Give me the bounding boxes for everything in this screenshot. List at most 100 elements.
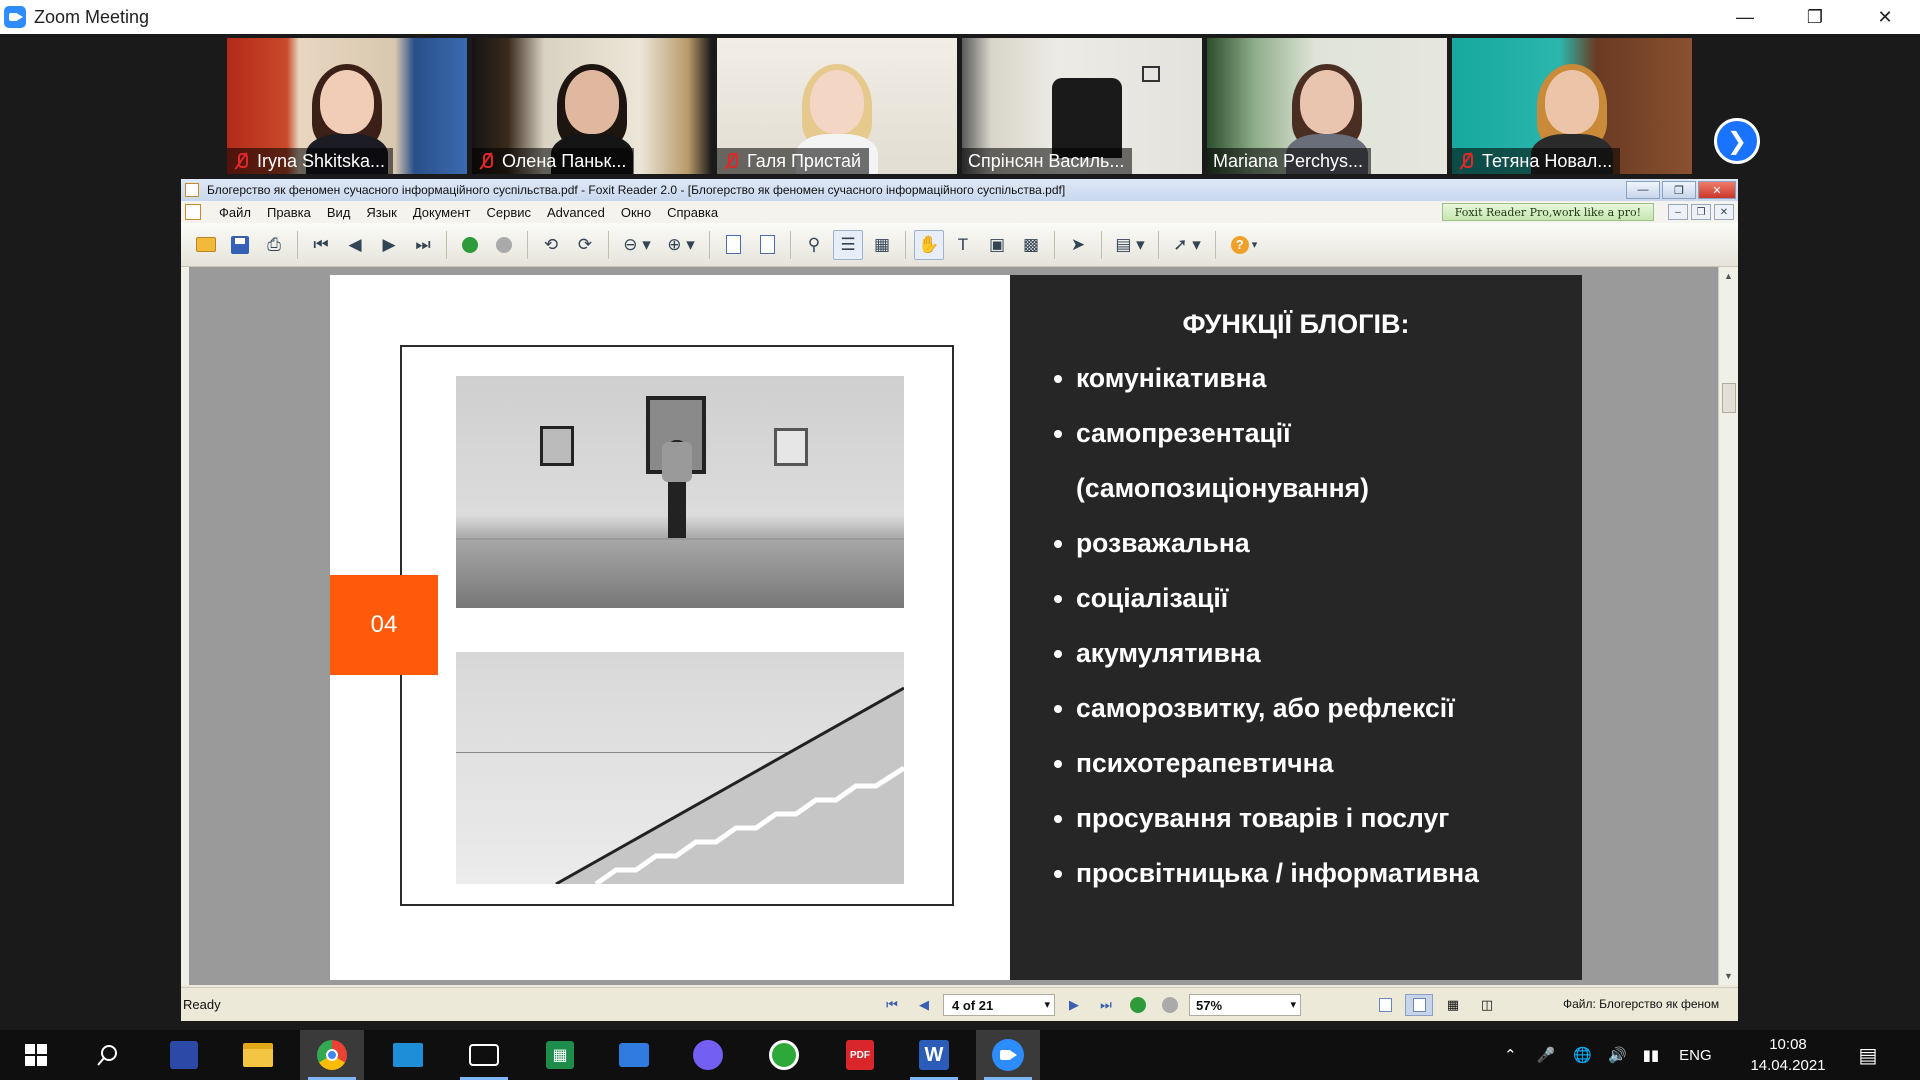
facing-mode-button[interactable]: ▦: [1439, 994, 1467, 1016]
taskbar-viber[interactable]: [676, 1030, 740, 1080]
continuous-facing-mode-button[interactable]: ◫: [1473, 994, 1501, 1016]
menu-view[interactable]: Вид: [319, 205, 359, 220]
menu-help[interactable]: Справка: [659, 205, 726, 220]
single-page-mode-button[interactable]: [1371, 994, 1399, 1016]
go-back-button[interactable]: [455, 230, 485, 260]
fit-page-button[interactable]: [752, 230, 782, 260]
scroll-up-icon[interactable]: ▲: [1724, 271, 1733, 281]
previous-page-button[interactable]: ◀: [340, 230, 370, 260]
taskbar-pdf-app[interactable]: PDF: [828, 1030, 892, 1080]
snapshot-button[interactable]: ▣: [982, 230, 1012, 260]
scroll-down-icon[interactable]: ▼: [1724, 971, 1733, 981]
status-first-page-button[interactable]: ⏮: [879, 994, 905, 1016]
status-next-page-button[interactable]: ▶: [1061, 994, 1087, 1016]
text-select-button[interactable]: T: [948, 230, 978, 260]
link-tool-dropdown[interactable]: ➚ ▾: [1167, 230, 1207, 260]
search-button[interactable]: [76, 1030, 140, 1080]
taskbar-app-green[interactable]: [752, 1030, 816, 1080]
zoom-in-button[interactable]: ⊕ ▾: [661, 230, 701, 260]
taskbar-app-blue[interactable]: [602, 1030, 666, 1080]
menu-document[interactable]: Документ: [405, 205, 479, 220]
rotate-right-button[interactable]: ⟳: [570, 230, 600, 260]
open-button[interactable]: [191, 230, 221, 260]
vertical-scrollbar[interactable]: ▲ ▼: [1718, 267, 1738, 985]
network-globe-icon[interactable]: 🌐: [1573, 1046, 1592, 1064]
menu-tools[interactable]: Сервис: [478, 205, 539, 220]
participant-tile[interactable]: Спрінсян Василь...: [962, 38, 1202, 174]
single-page-icon: [1378, 998, 1392, 1012]
participant-tile[interactable]: Тетяна Новал...: [1452, 38, 1692, 174]
zoom-level-select[interactable]: 57%: [1189, 994, 1301, 1016]
triangle-left-icon: ◀: [348, 234, 362, 254]
menu-file[interactable]: Файл: [211, 205, 259, 220]
taskbar-app-monitor[interactable]: [452, 1030, 516, 1080]
select-tool-button[interactable]: ➤: [1063, 230, 1093, 260]
bookmarks-panel-button[interactable]: ☰: [833, 229, 863, 260]
scrollbar-thumb[interactable]: [1722, 383, 1736, 413]
status-back-button[interactable]: [1125, 994, 1151, 1016]
status-previous-page-button[interactable]: ◀: [911, 994, 937, 1016]
taskbar-zoom[interactable]: [976, 1030, 1040, 1080]
zoom-out-button[interactable]: ⊖ ▾: [617, 230, 657, 260]
doc-minimize-button[interactable]: –: [1668, 204, 1688, 220]
help-dropdown[interactable]: ? ▾: [1224, 230, 1264, 260]
actual-size-button[interactable]: [718, 230, 748, 260]
find-button[interactable]: ⚲: [799, 230, 829, 260]
annotation-tool-dropdown[interactable]: ▤ ▾: [1110, 230, 1150, 260]
taskbar-app-save[interactable]: [152, 1030, 216, 1080]
hand-tool-button[interactable]: ✋: [914, 229, 944, 260]
zoom-in-icon: ⊕ ▾: [667, 234, 695, 254]
next-participants-button[interactable]: ❯: [1714, 118, 1760, 164]
chevron-up-icon[interactable]: ⌃: [1504, 1046, 1517, 1064]
status-last-page-button[interactable]: ⏭: [1093, 994, 1119, 1016]
page-number-field[interactable]: 4 of 21: [943, 994, 1055, 1016]
triangle-right-icon: ▶: [382, 234, 396, 254]
taskbar-word[interactable]: W: [902, 1030, 966, 1080]
foxit-maximize-button[interactable]: ❐: [1662, 181, 1696, 199]
foxit-minimize-button[interactable]: —: [1626, 181, 1660, 199]
go-forward-button[interactable]: [489, 230, 519, 260]
participant-tile-active-speaker[interactable]: Mariana Perchys...: [1207, 38, 1447, 174]
start-button[interactable]: [4, 1030, 68, 1080]
taskbar-file-explorer[interactable]: [226, 1030, 290, 1080]
participant-tile[interactable]: Олена Паньк...: [472, 38, 712, 174]
battery-icon[interactable]: ▮▮: [1643, 1046, 1660, 1064]
menu-window[interactable]: Окно: [613, 205, 659, 220]
document-view[interactable]: 04 ФУНКЦІЇ БЛОГІВ: комунікативна самопре…: [181, 267, 1738, 985]
thumbnails-icon: ▦: [873, 234, 891, 254]
status-forward-button[interactable]: [1157, 994, 1183, 1016]
image-select-button[interactable]: ▩: [1016, 230, 1046, 260]
last-page-button[interactable]: ⏭: [408, 230, 438, 260]
mic-muted-icon: [1458, 152, 1474, 170]
participant-tile[interactable]: Iryna Shkitska...: [227, 38, 467, 174]
action-center-button[interactable]: ▤: [1836, 1030, 1900, 1080]
speaker-icon[interactable]: 🔊: [1608, 1046, 1627, 1064]
first-page-button[interactable]: ⏮: [306, 230, 336, 260]
taskbar-outlook[interactable]: [376, 1030, 440, 1080]
restore-button[interactable]: ❐: [1780, 0, 1850, 34]
minimize-button[interactable]: —: [1710, 0, 1780, 34]
participant-name: Спрінсян Василь...: [968, 150, 1125, 171]
microphone-icon[interactable]: 🎤: [1537, 1046, 1556, 1064]
close-button[interactable]: ✕: [1850, 0, 1920, 34]
participant-tile[interactable]: Галя Пристай: [717, 38, 957, 174]
print-button[interactable]: ⎙: [259, 230, 289, 260]
doc-close-button[interactable]: ✕: [1714, 204, 1734, 220]
continuous-mode-button[interactable]: [1405, 994, 1433, 1016]
foxit-pro-promo-button[interactable]: Foxit Reader Pro,work like a pro!: [1441, 203, 1654, 221]
menu-language[interactable]: Язык: [358, 205, 404, 220]
next-page-button[interactable]: ▶: [374, 230, 404, 260]
menu-edit[interactable]: Правка: [259, 205, 319, 220]
word-icon: W: [919, 1040, 949, 1070]
language-indicator[interactable]: ENG: [1679, 1047, 1712, 1064]
window-title: Zoom Meeting: [34, 6, 150, 27]
rotate-left-button[interactable]: ⟲: [536, 230, 566, 260]
taskbar-excel[interactable]: ▦: [528, 1030, 592, 1080]
doc-restore-button[interactable]: ❐: [1691, 204, 1711, 220]
clock[interactable]: 10:08 14.04.2021: [1738, 1034, 1838, 1076]
thumbnails-button[interactable]: ▦: [867, 230, 897, 260]
foxit-close-button[interactable]: ✕: [1698, 181, 1736, 199]
menu-advanced[interactable]: Advanced: [539, 205, 613, 220]
taskbar-chrome[interactable]: [300, 1030, 364, 1080]
save-button[interactable]: [225, 230, 255, 260]
